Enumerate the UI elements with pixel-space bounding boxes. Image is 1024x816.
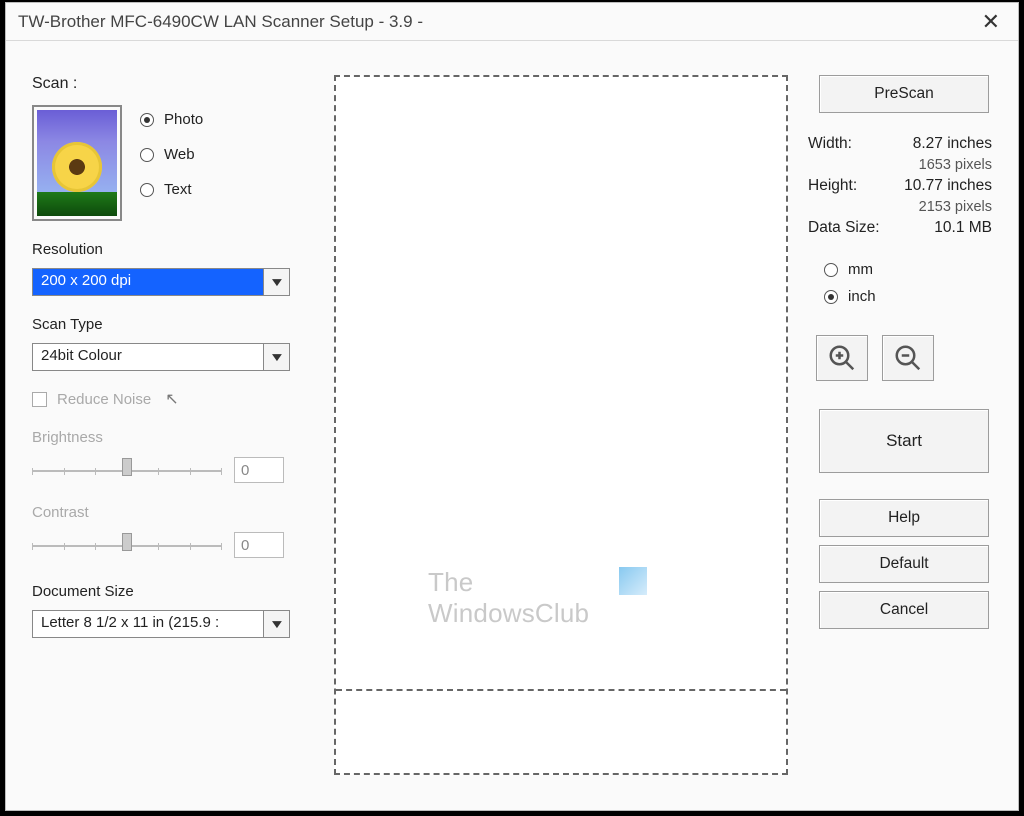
cancel-button[interactable]: Cancel (819, 591, 989, 629)
window-title: TW-Brother MFC-6490CW LAN Scanner Setup … (18, 12, 423, 32)
reduce-noise-label: Reduce Noise (57, 391, 151, 408)
watermark-line2: WindowsClub (428, 598, 589, 629)
start-button[interactable]: Start (819, 409, 989, 473)
help-button[interactable]: Help (819, 499, 989, 537)
document-size-select[interactable]: Letter 8 1/2 x 11 in (215.9 : ▼ (32, 610, 290, 638)
zoom-in-button[interactable] (816, 335, 868, 381)
width-label: Width: (808, 135, 880, 153)
titlebar: TW-Brother MFC-6490CW LAN Scanner Setup … (6, 3, 1018, 41)
scan-mode-text[interactable]: Text (140, 181, 203, 198)
contrast-slider[interactable] (32, 531, 222, 559)
unit-label: mm (848, 261, 873, 278)
prescan-button[interactable]: PreScan (819, 75, 989, 113)
zoom-out-button[interactable] (882, 335, 934, 381)
brightness-value[interactable]: 0 (234, 457, 284, 483)
scan-thumbnail (32, 105, 122, 221)
datasize-label: Data Size: (808, 219, 880, 237)
radio-icon (824, 290, 838, 304)
width-pixels: 1653 pixels (880, 157, 1000, 173)
docsize-value: Letter 8 1/2 x 11 in (215.9 : (33, 611, 263, 637)
scan-mode-label: Web (164, 146, 195, 163)
unit-inch[interactable]: inch (824, 288, 1000, 305)
scan-mode-web[interactable]: Web (140, 146, 203, 163)
radio-icon (140, 148, 154, 162)
cursor-icon: ↖ (165, 389, 178, 409)
chevron-down-icon[interactable]: ▼ (263, 269, 289, 295)
watermark: The WindowsClub (428, 567, 647, 629)
reduce-noise-checkbox[interactable]: Reduce Noise ↖ (32, 389, 314, 409)
preview-crop-line (336, 689, 786, 691)
brightness-label: Brightness (32, 429, 314, 446)
chevron-down-icon[interactable]: ▼ (263, 611, 289, 637)
resolution-select[interactable]: 200 x 200 dpi ▼ (32, 268, 290, 296)
scan-mode-label: Text (164, 181, 192, 198)
datasize-value: 10.1 MB (880, 219, 1000, 237)
contrast-value[interactable]: 0 (234, 532, 284, 558)
height-label: Height: (808, 177, 880, 195)
height-value: 10.77 inches (880, 177, 1000, 195)
chevron-down-icon[interactable]: ▼ (263, 344, 289, 370)
width-value: 8.27 inches (880, 135, 1000, 153)
scan-mode-photo[interactable]: Photo (140, 111, 203, 128)
checkbox-icon (32, 392, 47, 407)
unit-mm[interactable]: mm (824, 261, 1000, 278)
docsize-label: Document Size (32, 583, 314, 600)
radio-icon (140, 113, 154, 127)
brightness-slider[interactable] (32, 456, 222, 484)
resolution-label: Resolution (32, 241, 314, 258)
watermark-logo-icon (619, 567, 647, 595)
resolution-value: 200 x 200 dpi (33, 269, 263, 295)
scan-mode-label: Photo (164, 111, 203, 128)
radio-icon (824, 263, 838, 277)
unit-label: inch (848, 288, 876, 305)
height-pixels: 2153 pixels (880, 199, 1000, 215)
scantype-select[interactable]: 24bit Colour ▼ (32, 343, 290, 371)
radio-icon (140, 183, 154, 197)
close-icon[interactable]: ✕ (976, 9, 1006, 35)
scanner-dialog: TW-Brother MFC-6490CW LAN Scanner Setup … (5, 2, 1019, 811)
scantype-value: 24bit Colour (33, 344, 263, 370)
scantype-label: Scan Type (32, 316, 314, 333)
default-button[interactable]: Default (819, 545, 989, 583)
preview-area[interactable]: The WindowsClub (334, 75, 788, 775)
scan-label: Scan : (32, 75, 314, 93)
zoom-in-icon (827, 343, 857, 373)
contrast-label: Contrast (32, 504, 314, 521)
watermark-line1: The (428, 567, 589, 598)
zoom-out-icon (893, 343, 923, 373)
